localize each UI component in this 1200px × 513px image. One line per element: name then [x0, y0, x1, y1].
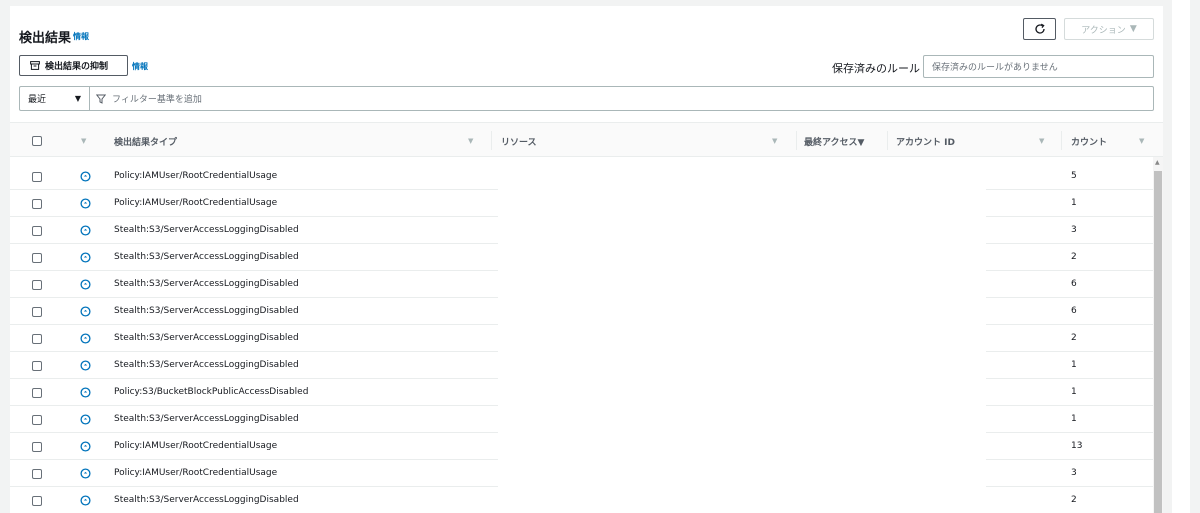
time-range-select[interactable]: 最近 ▼ — [20, 87, 90, 110]
finding-count: 6 — [1071, 306, 1077, 316]
resource-sort-icon[interactable]: ▼ — [772, 137, 777, 145]
column-divider — [491, 131, 492, 150]
finding-type[interactable]: Policy:IAMUser/RootCredentialUsage — [114, 198, 277, 208]
finding-count: 1 — [1071, 360, 1077, 370]
scroll-up-icon[interactable]: ▲ — [1155, 159, 1160, 166]
saved-rules-placeholder: 保存済みのルールがありません — [932, 63, 1058, 73]
scrollbar-thumb[interactable] — [1154, 171, 1162, 513]
column-divider — [887, 131, 888, 150]
suppress-findings-label: 検出結果の抑制 — [45, 62, 109, 72]
filter-bar: 最近 ▼ フィルター基準を追加 — [19, 86, 1154, 111]
severity-low-icon — [80, 441, 91, 452]
severity-low-icon — [80, 225, 91, 236]
severity-low-icon — [80, 171, 91, 182]
finding-count: 6 — [1071, 279, 1077, 289]
row-checkbox[interactable] — [32, 415, 42, 425]
finding-count: 3 — [1071, 225, 1077, 235]
row-checkbox[interactable] — [32, 253, 42, 263]
count-sort-icon[interactable]: ▼ — [1139, 137, 1144, 145]
severity-low-icon — [80, 360, 91, 371]
row-checkbox[interactable] — [32, 199, 42, 209]
finding-type[interactable]: Policy:IAMUser/RootCredentialUsage — [114, 171, 277, 181]
finding-type[interactable]: Stealth:S3/ServerAccessLoggingDisabled — [114, 360, 299, 370]
time-range-value: 最近 — [28, 95, 47, 105]
actions-dropdown-button[interactable]: アクション ▼ — [1064, 18, 1154, 40]
column-header-type[interactable]: 検出結果タイプ — [114, 135, 177, 148]
finding-type[interactable]: Stealth:S3/ServerAccessLoggingDisabled — [114, 225, 299, 235]
severity-low-icon — [80, 333, 91, 344]
finding-type[interactable]: Stealth:S3/ServerAccessLoggingDisabled — [114, 252, 299, 262]
finding-type[interactable]: Stealth:S3/ServerAccessLoggingDisabled — [114, 279, 299, 289]
finding-count: 1 — [1071, 387, 1077, 397]
column-header-last-access[interactable]: 最終アクセス▼ — [804, 135, 864, 148]
column-divider — [1061, 131, 1062, 150]
resource-column-area — [498, 157, 986, 513]
finding-type[interactable]: Stealth:S3/ServerAccessLoggingDisabled — [114, 306, 299, 316]
finding-type[interactable]: Stealth:S3/ServerAccessLoggingDisabled — [114, 414, 299, 424]
severity-sort-icon[interactable]: ▼ — [81, 137, 86, 145]
finding-type[interactable]: Policy:IAMUser/RootCredentialUsage — [114, 441, 277, 451]
saved-rules-select[interactable]: 保存済みのルールがありません — [923, 55, 1154, 78]
actions-label: アクション — [1081, 25, 1126, 36]
caret-down-icon: ▼ — [74, 94, 81, 103]
caret-down-icon: ▼ — [1129, 24, 1137, 34]
title-info-link[interactable]: 情報 — [73, 31, 89, 42]
column-header-count[interactable]: カウント — [1071, 135, 1107, 148]
row-checkbox[interactable] — [32, 226, 42, 236]
severity-low-icon — [80, 387, 91, 398]
finding-type[interactable]: Stealth:S3/ServerAccessLoggingDisabled — [114, 495, 299, 505]
finding-type[interactable]: Policy:IAMUser/RootCredentialUsage — [114, 468, 277, 478]
severity-low-icon — [80, 279, 91, 290]
row-checkbox[interactable] — [32, 307, 42, 317]
table-header: ▼ 検出結果タイプ ▼ リソース ▼ 最終アクセス▼ アカウント ID ▼ カウ… — [10, 122, 1163, 157]
severity-low-icon — [80, 198, 91, 209]
severity-low-icon — [80, 468, 91, 479]
row-checkbox[interactable] — [32, 469, 42, 479]
severity-low-icon — [80, 495, 91, 506]
refresh-icon — [1034, 23, 1045, 34]
finding-count: 13 — [1071, 441, 1083, 451]
finding-count: 1 — [1071, 198, 1077, 208]
page-title: 検出結果 — [19, 31, 72, 46]
row-checkbox[interactable] — [32, 334, 42, 344]
finding-count: 2 — [1071, 333, 1077, 343]
type-sort-icon[interactable]: ▼ — [468, 137, 473, 145]
finding-count: 1 — [1071, 414, 1077, 424]
column-divider — [796, 131, 797, 150]
row-checkbox[interactable] — [32, 361, 42, 371]
saved-rules-label: 保存済みのルール — [832, 62, 920, 75]
finding-count: 5 — [1071, 171, 1077, 181]
findings-panel: 検出結果 情報 アクション ▼ 検出結果の抑制 情報 保存済みのルール 保存済み… — [10, 6, 1163, 513]
row-checkbox[interactable] — [32, 172, 42, 182]
finding-count: 2 — [1071, 252, 1077, 262]
row-checkbox[interactable] — [32, 496, 42, 506]
account-id-sort-icon[interactable]: ▼ — [1039, 137, 1044, 145]
severity-low-icon — [80, 252, 91, 263]
suppress-findings-button[interactable]: 検出結果の抑制 — [19, 55, 128, 76]
severity-low-icon — [80, 306, 91, 317]
finding-count: 3 — [1071, 468, 1077, 478]
suppress-info-link[interactable]: 情報 — [132, 61, 148, 72]
filter-input[interactable]: フィルター基準を追加 — [90, 92, 202, 105]
finding-count: 2 — [1071, 495, 1077, 505]
select-all-checkbox[interactable] — [32, 136, 42, 146]
filter-icon — [96, 94, 106, 104]
row-checkbox[interactable] — [32, 442, 42, 452]
archive-icon — [30, 61, 40, 70]
finding-type[interactable]: Policy:S3/BucketBlockPublicAccessDisable… — [114, 387, 308, 397]
column-header-account-id[interactable]: アカウント ID — [896, 135, 955, 148]
refresh-button[interactable] — [1023, 18, 1056, 40]
right-side-panel — [1172, 0, 1190, 513]
row-checkbox[interactable] — [32, 280, 42, 290]
severity-low-icon — [80, 414, 91, 425]
column-header-resource[interactable]: リソース — [501, 135, 537, 148]
row-checkbox[interactable] — [32, 388, 42, 398]
filter-placeholder: フィルター基準を追加 — [112, 95, 202, 105]
finding-type[interactable]: Stealth:S3/ServerAccessLoggingDisabled — [114, 333, 299, 343]
